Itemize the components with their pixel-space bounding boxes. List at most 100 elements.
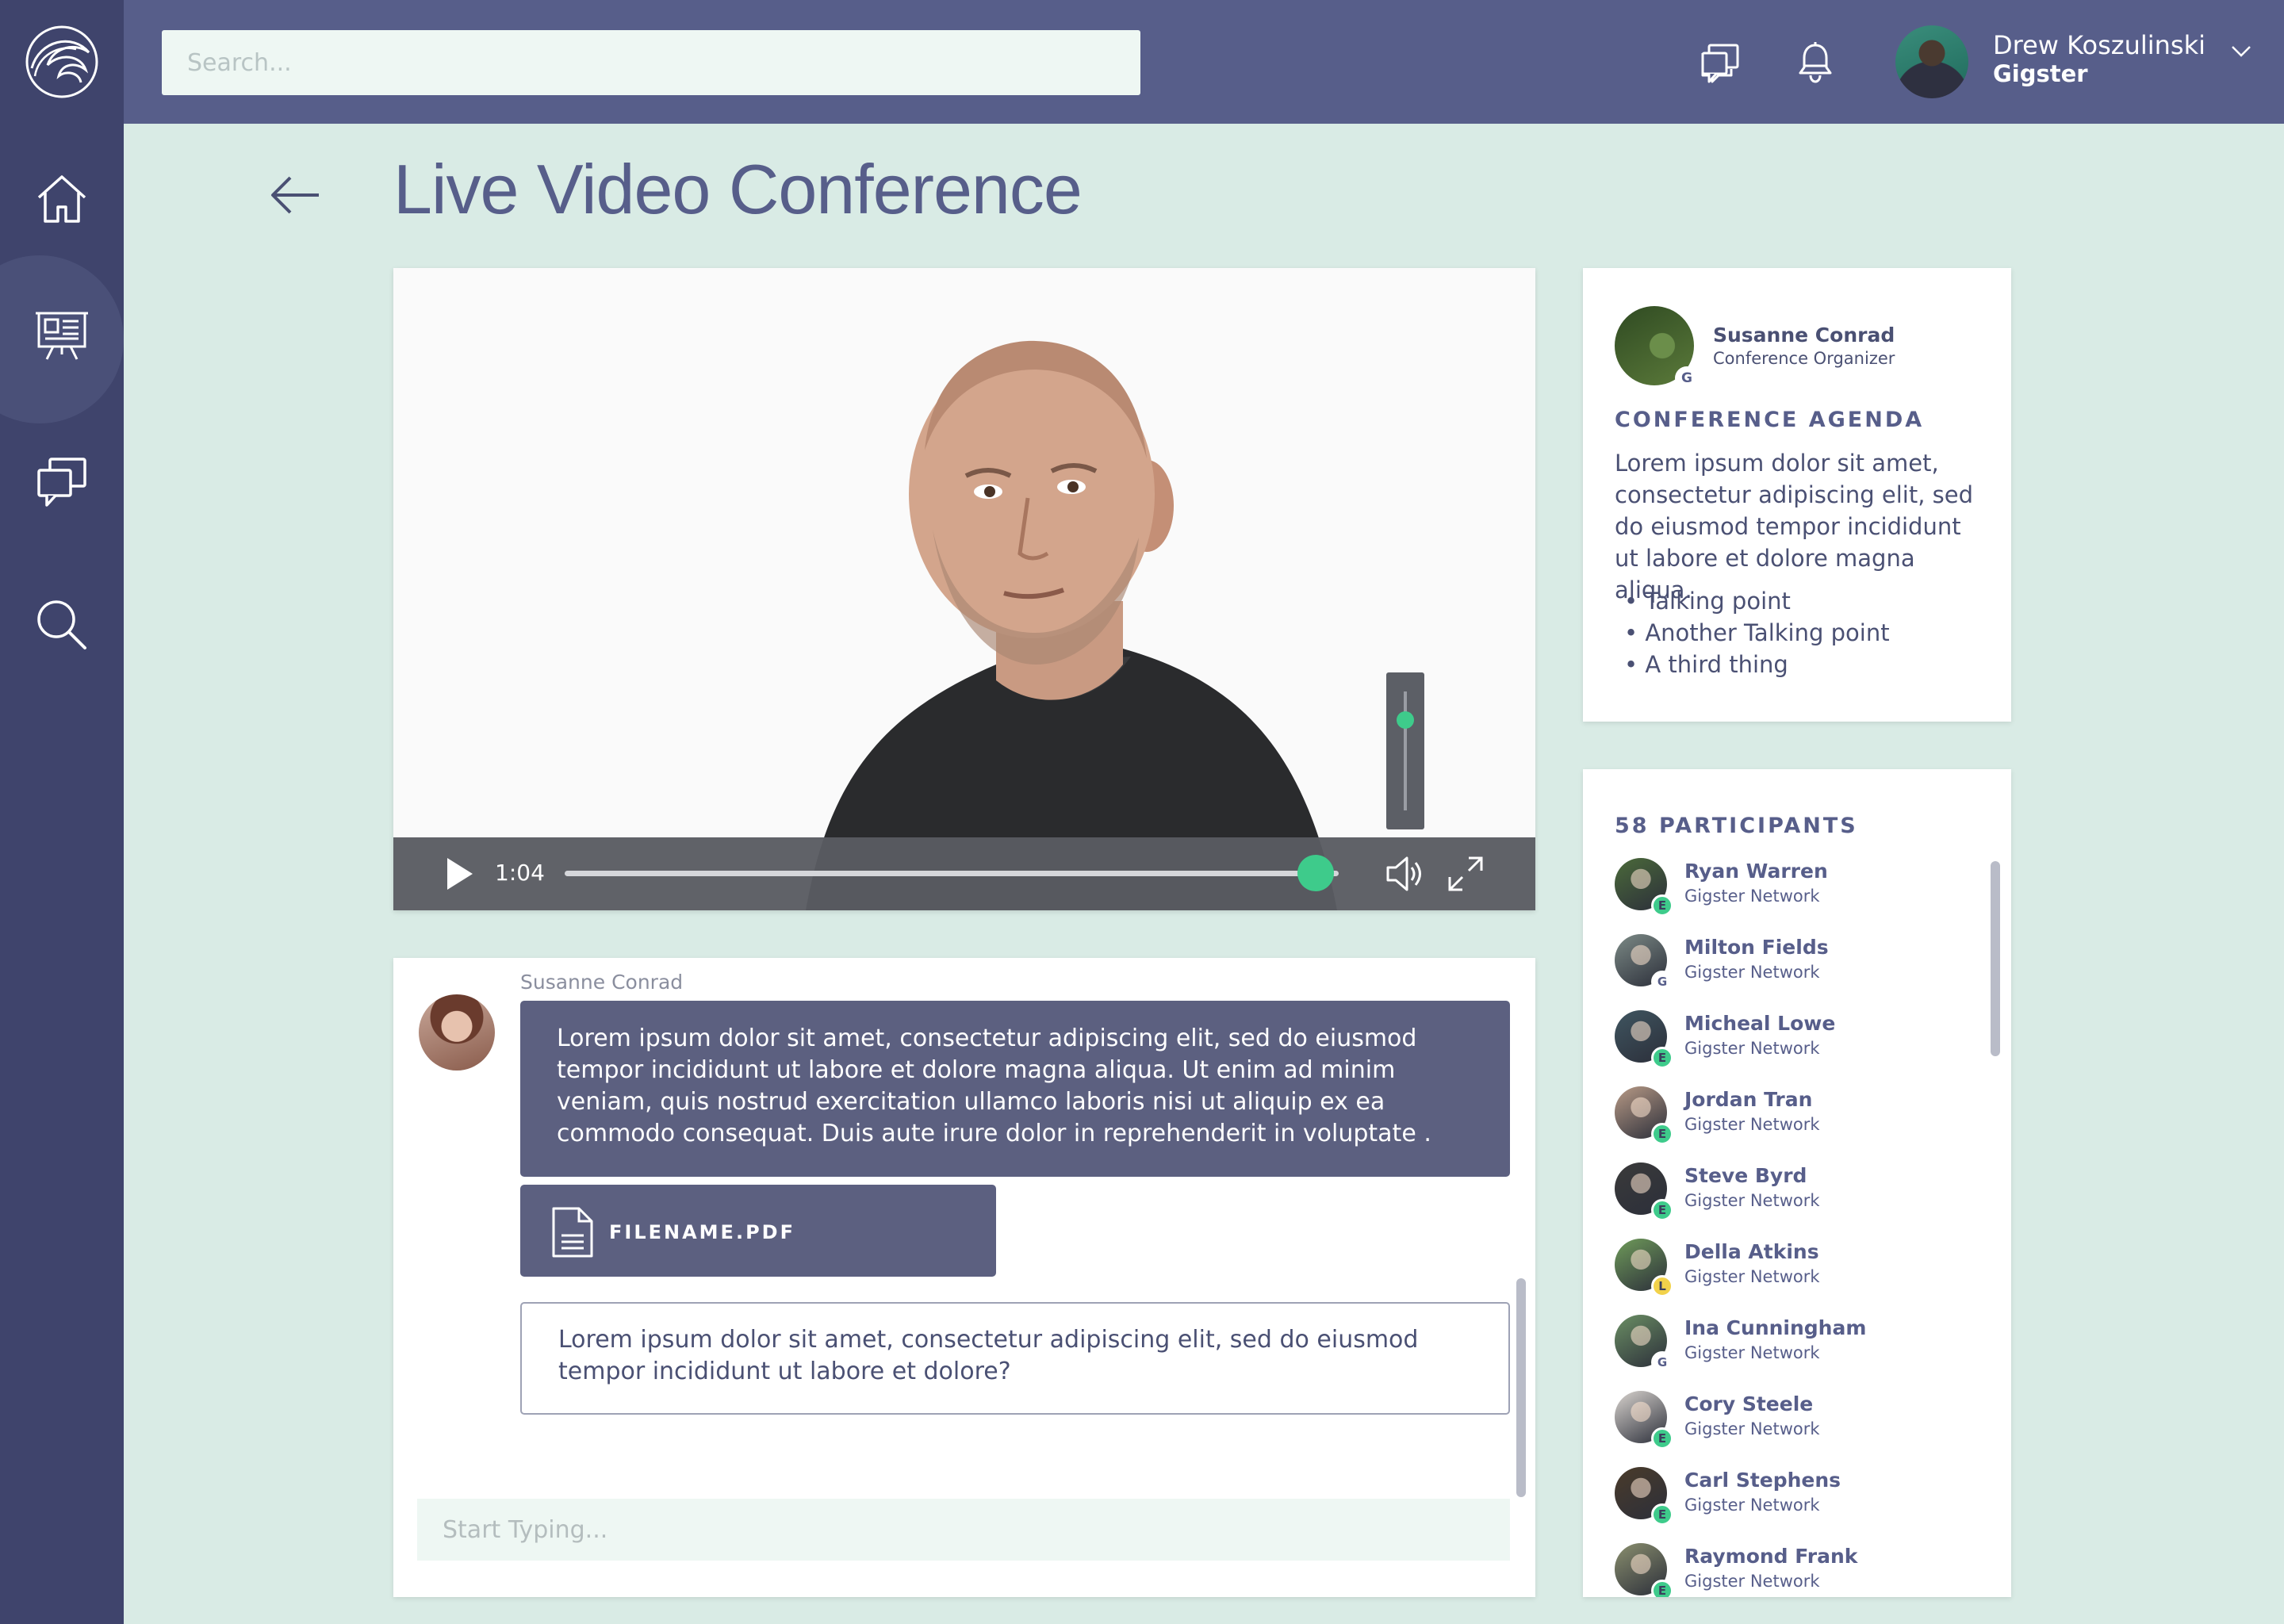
back-arrow-icon[interactable] bbox=[266, 171, 324, 219]
search-input[interactable] bbox=[162, 30, 1140, 95]
home-icon bbox=[37, 175, 86, 223]
participant-avatar: E bbox=[1615, 1162, 1673, 1221]
sidebar-item-conference[interactable] bbox=[0, 255, 124, 423]
video-time: 1:04 bbox=[495, 860, 545, 886]
volume-track bbox=[1404, 691, 1407, 810]
participant-row[interactable]: G Milton Fields Gigster Network bbox=[1615, 934, 1979, 1010]
participant-network: Gigster Network bbox=[1684, 1343, 1820, 1362]
participant-network: Gigster Network bbox=[1684, 1191, 1820, 1210]
participant-row[interactable]: E Jordan Tran Gigster Network bbox=[1615, 1086, 1979, 1162]
participant-row[interactable]: E Micheal Lowe Gigster Network bbox=[1615, 1010, 1979, 1086]
reply-bubble: Lorem ipsum dolor sit amet, consectetur … bbox=[520, 1302, 1510, 1415]
participant-name: Ina Cunningham bbox=[1684, 1316, 1867, 1339]
message-bubble: Lorem ipsum dolor sit amet, consectetur … bbox=[520, 1001, 1510, 1177]
participant-avatar: G bbox=[1615, 1315, 1673, 1373]
video-player[interactable]: 1:04 bbox=[393, 268, 1535, 910]
progress-knob[interactable] bbox=[1297, 855, 1334, 891]
participant-avatar: E bbox=[1615, 1010, 1673, 1069]
file-attachment[interactable]: FILENAME.PDF bbox=[520, 1185, 996, 1277]
network-badge: E bbox=[1651, 894, 1673, 917]
agenda-text: Lorem ipsum dolor sit amet, consectetur … bbox=[1615, 450, 1974, 603]
participant-name: Milton Fields bbox=[1684, 936, 1829, 959]
chat-bubbles-icon bbox=[1701, 44, 1739, 83]
chat-scrollbar[interactable] bbox=[1516, 1278, 1526, 1497]
participant-name: Steve Byrd bbox=[1684, 1164, 1807, 1187]
bell-icon bbox=[1799, 42, 1832, 83]
network-badge: E bbox=[1651, 1580, 1673, 1597]
network-badge: E bbox=[1651, 1199, 1673, 1221]
participants-card: 58 PARTICIPANTS E Ryan Warren Gigster Netw… bbox=[1583, 769, 2011, 1597]
participant-name: Raymond Frank bbox=[1684, 1545, 1858, 1568]
messages-button[interactable] bbox=[1696, 38, 1745, 87]
participants-scrollbar[interactable] bbox=[1991, 861, 2000, 1056]
sidebar-item-home[interactable] bbox=[0, 135, 124, 262]
participant-avatar: E bbox=[1615, 1086, 1673, 1145]
participant-avatar: E bbox=[1615, 1543, 1673, 1597]
app-logo[interactable] bbox=[0, 0, 124, 124]
network-badge: G bbox=[1651, 971, 1673, 993]
volume-icon[interactable] bbox=[1383, 853, 1424, 894]
participant-row[interactable]: E Raymond Frank Gigster Network bbox=[1615, 1543, 1979, 1597]
agenda-heading: CONFERENCE AGENDA bbox=[1615, 408, 1925, 432]
message-sender: Susanne Conrad bbox=[520, 971, 684, 994]
participant-name: Carl Stephens bbox=[1684, 1469, 1841, 1492]
network-badge: E bbox=[1651, 1503, 1673, 1526]
participant-name: Della Atkins bbox=[1684, 1240, 1819, 1263]
sender-avatar[interactable] bbox=[419, 994, 495, 1071]
volume-knob[interactable] bbox=[1397, 711, 1414, 729]
participant-name: Ryan Warren bbox=[1684, 860, 1828, 883]
participant-network: Gigster Network bbox=[1684, 1572, 1820, 1591]
message-input[interactable] bbox=[417, 1499, 1510, 1561]
participants-list: E Ryan Warren Gigster Network G Milton Fiel… bbox=[1615, 858, 1979, 1597]
network-badge: E bbox=[1651, 1427, 1673, 1450]
agenda-card: G Susanne Conrad Conference Organizer CO… bbox=[1583, 268, 2011, 722]
document-icon bbox=[552, 1207, 593, 1258]
user-name[interactable]: Drew Koszulinski bbox=[1993, 30, 2205, 60]
search-icon bbox=[37, 600, 86, 649]
participant-avatar: E bbox=[1615, 1391, 1673, 1450]
participant-network: Gigster Network bbox=[1684, 1419, 1820, 1438]
sidebar bbox=[0, 124, 124, 1624]
participant-row[interactable]: E Cory Steele Gigster Network bbox=[1615, 1391, 1979, 1467]
wave-logo-icon bbox=[25, 25, 98, 98]
participants-heading: 58 PARTICIPANTS bbox=[1615, 814, 1858, 838]
video-controls: 1:04 bbox=[393, 837, 1535, 910]
participant-network: Gigster Network bbox=[1684, 1115, 1820, 1134]
chevron-down-icon[interactable] bbox=[2228, 38, 2254, 63]
volume-slider[interactable] bbox=[1386, 672, 1424, 829]
participant-row[interactable]: G Ina Cunningham Gigster Network bbox=[1615, 1315, 1979, 1391]
progress-bar[interactable] bbox=[565, 871, 1339, 876]
notifications-button[interactable] bbox=[1791, 38, 1840, 87]
sidebar-item-search[interactable] bbox=[0, 561, 124, 688]
user-avatar[interactable] bbox=[1895, 25, 1968, 98]
participant-name: Cory Steele bbox=[1684, 1392, 1814, 1415]
agenda-list: Talking point Another Talking point A th… bbox=[1624, 585, 1890, 680]
organizer-role: Conference Organizer bbox=[1713, 349, 1895, 368]
user-role: Gigster bbox=[1993, 60, 2088, 87]
presentation-icon bbox=[36, 312, 88, 360]
organizer-avatar[interactable]: G bbox=[1615, 306, 1699, 390]
top-bar: Drew Koszulinski Gigster bbox=[0, 0, 2284, 124]
participant-network: Gigster Network bbox=[1684, 1496, 1820, 1515]
agenda-point: Talking point bbox=[1624, 585, 1890, 617]
network-badge: L bbox=[1651, 1275, 1673, 1297]
participant-avatar: E bbox=[1615, 1467, 1673, 1526]
participant-network: Gigster Network bbox=[1684, 1039, 1820, 1058]
sidebar-item-messages[interactable] bbox=[0, 419, 124, 546]
chat-icon bbox=[37, 458, 86, 507]
play-icon[interactable] bbox=[439, 855, 477, 893]
chat-panel: Susanne Conrad Lorem ipsum dolor sit ame… bbox=[393, 958, 1535, 1597]
participant-name: Micheal Lowe bbox=[1684, 1012, 1836, 1035]
participant-row[interactable]: L Della Atkins Gigster Network bbox=[1615, 1239, 1979, 1315]
participant-name: Jordan Tran bbox=[1684, 1088, 1813, 1111]
participant-row[interactable]: E Carl Stephens Gigster Network bbox=[1615, 1467, 1979, 1543]
participant-row[interactable]: E Steve Byrd Gigster Network bbox=[1615, 1162, 1979, 1239]
participant-avatar: E bbox=[1615, 858, 1673, 917]
participant-network: Gigster Network bbox=[1684, 887, 1820, 906]
participant-row[interactable]: E Ryan Warren Gigster Network bbox=[1615, 858, 1979, 934]
network-badge: E bbox=[1651, 1047, 1673, 1069]
organizer-name[interactable]: Susanne Conrad bbox=[1713, 324, 1895, 347]
fullscreen-icon[interactable] bbox=[1445, 853, 1486, 894]
file-name: FILENAME.PDF bbox=[609, 1221, 795, 1243]
participant-avatar: L bbox=[1615, 1239, 1673, 1297]
